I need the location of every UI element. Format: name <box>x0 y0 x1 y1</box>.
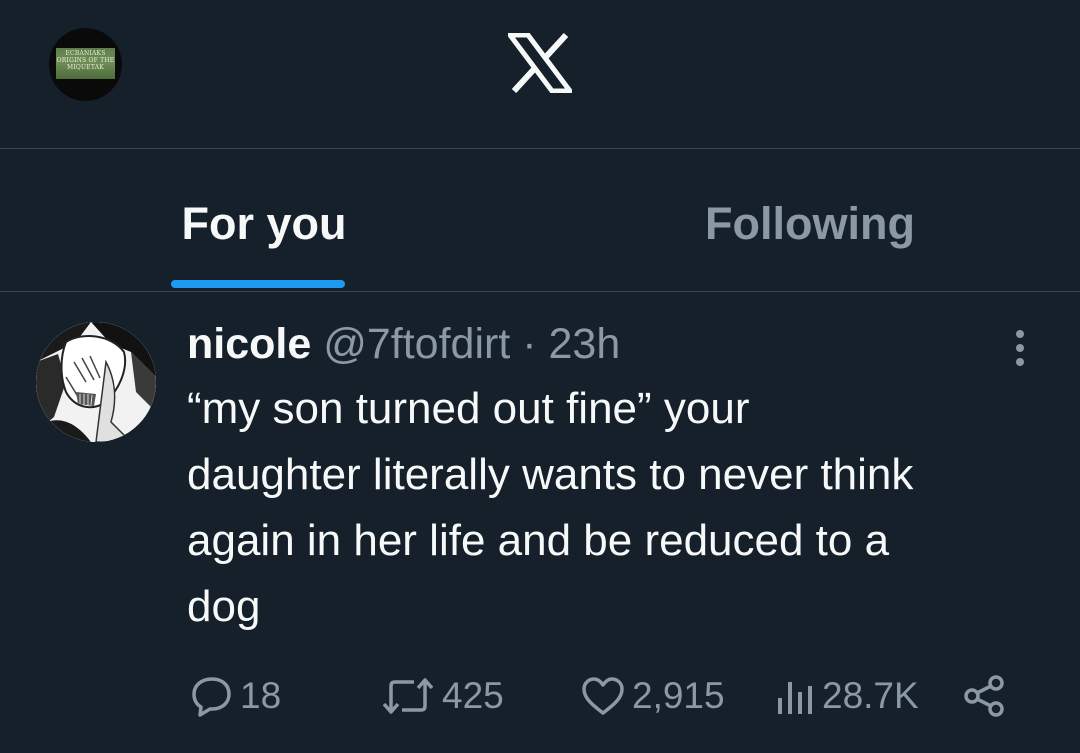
account-avatar-logo-text: ECBANIAKS ORIGINS OF THE MIQUETAK <box>56 50 115 71</box>
more-button[interactable] <box>1000 326 1040 370</box>
repost-button[interactable]: 425 <box>380 666 504 726</box>
share-icon <box>964 675 1004 717</box>
tweet-actions: 18 425 2,915 28.7K <box>0 666 1080 726</box>
author-avatar[interactable] <box>36 322 156 442</box>
heart-icon <box>582 677 624 715</box>
tweet-time[interactable]: 23h <box>549 320 621 368</box>
header-separator: · <box>522 320 537 368</box>
active-tab-indicator <box>171 280 345 288</box>
author-name[interactable]: nicole <box>187 320 311 368</box>
views-button[interactable]: 28.7K <box>772 666 919 726</box>
tab-following-label: Following <box>705 198 915 249</box>
account-avatar[interactable]: ECBANIAKS ORIGINS OF THE MIQUETAK <box>49 28 122 101</box>
author-handle[interactable]: @7ftofdirt <box>323 320 510 368</box>
tab-for-you-label: For you <box>181 198 347 249</box>
account-avatar-image: ECBANIAKS ORIGINS OF THE MIQUETAK <box>56 48 115 79</box>
views-icon <box>778 682 812 714</box>
repost-count: 425 <box>442 675 504 716</box>
reply-icon <box>192 677 231 717</box>
more-icon <box>1016 330 1024 366</box>
repost-icon <box>382 678 434 714</box>
reply-button[interactable]: 18 <box>190 666 281 726</box>
share-button[interactable] <box>960 666 1008 726</box>
tweet-text: “my son turned out fine” your daughter l… <box>187 384 914 631</box>
author-avatar-image <box>36 322 156 442</box>
views-count: 28.7K <box>822 675 919 716</box>
like-count: 2,915 <box>632 675 725 716</box>
tweet-header: nicole @7ftofdirt · 23h <box>187 318 620 370</box>
timeline-tabs: For you Following <box>0 149 1080 292</box>
tab-following[interactable]: Following <box>540 149 1080 291</box>
like-button[interactable]: 2,915 <box>580 666 725 726</box>
tab-for-you[interactable]: For you <box>0 149 540 291</box>
reply-count: 18 <box>240 675 282 716</box>
top-bar: ECBANIAKS ORIGINS OF THE MIQUETAK <box>0 0 1080 149</box>
tweet[interactable]: nicole @7ftofdirt · 23h “my son turned o… <box>0 292 1080 753</box>
x-logo-icon[interactable] <box>508 33 572 93</box>
